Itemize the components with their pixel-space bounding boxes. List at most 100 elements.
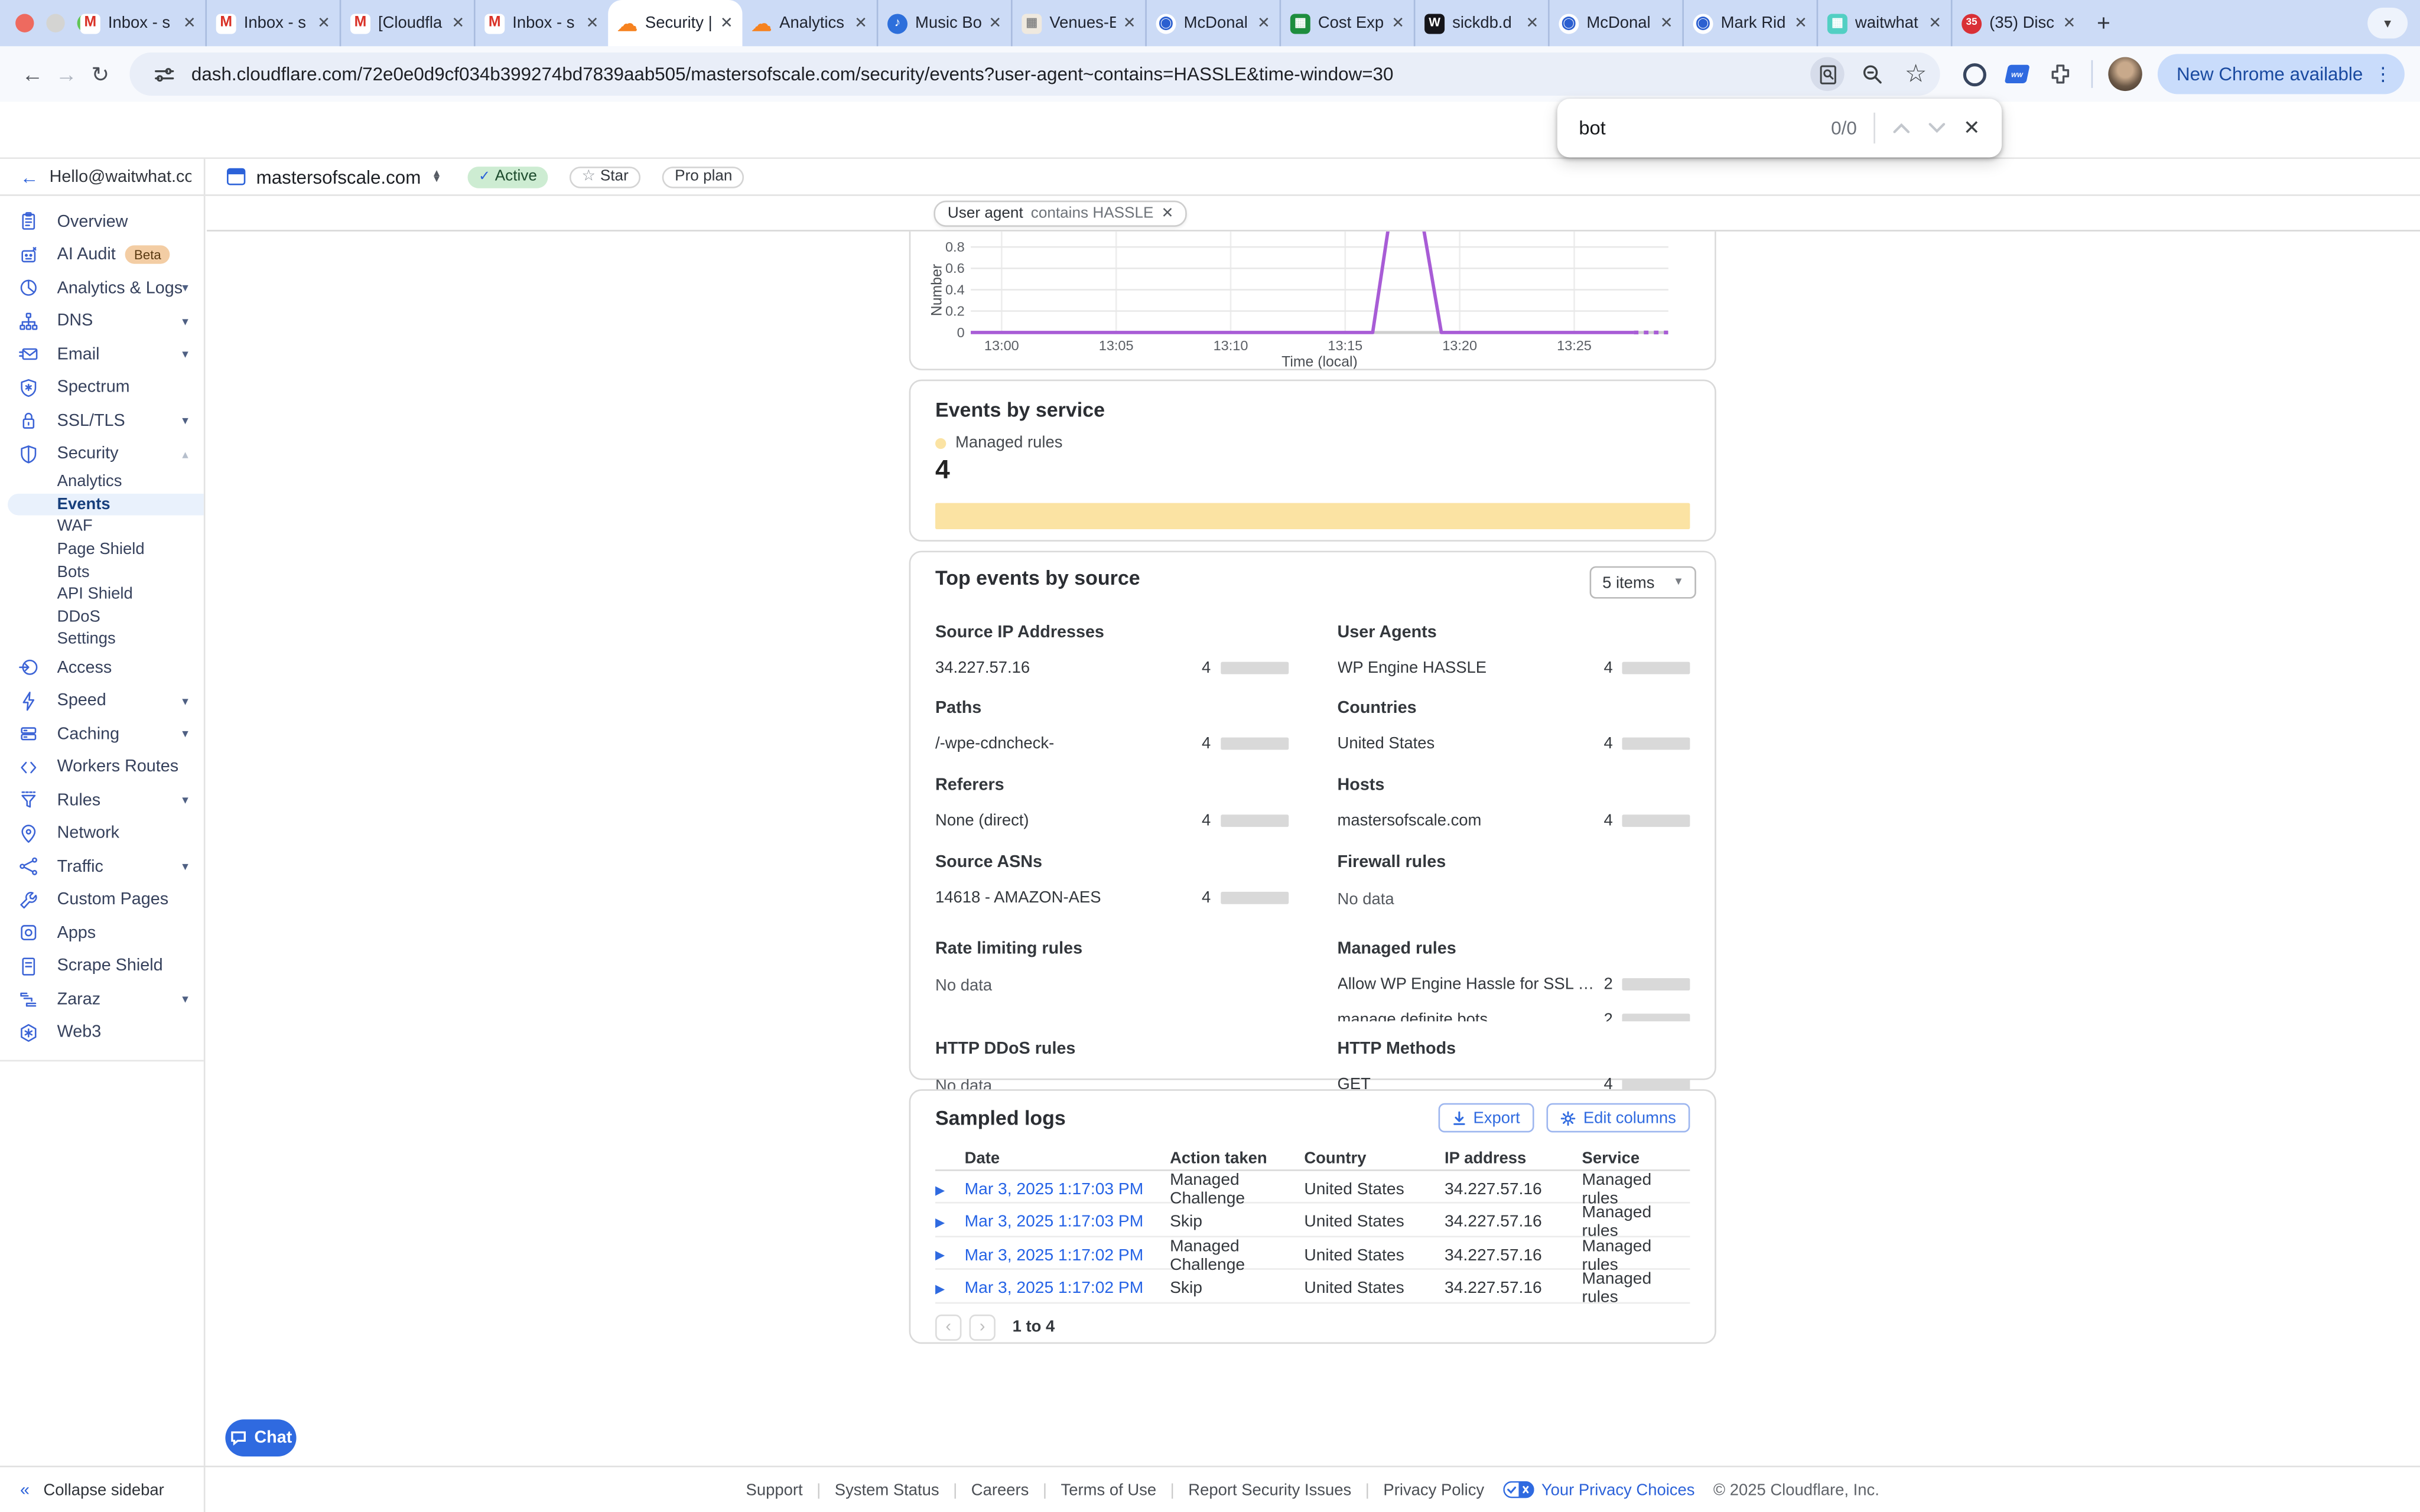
expand-row-icon[interactable]: ▶ [935, 1216, 965, 1230]
footer-link[interactable]: Report Security Issues [1156, 1480, 1351, 1498]
footer-link[interactable]: Terms of Use [1029, 1480, 1156, 1498]
previous-page-button[interactable]: ‹ [935, 1314, 961, 1340]
tab-close-icon[interactable]: ✕ [1928, 15, 1941, 32]
browser-tab[interactable]: ♪ Music Bo ✕ [877, 0, 1011, 46]
sidebar-item[interactable]: DDoS [0, 605, 204, 628]
source-row[interactable]: Allow WP Engine Hassle for SSL Cert Rene… [1338, 975, 1690, 993]
sidebar-item[interactable]: SSL/TLS [0, 404, 204, 437]
minimize-window-button[interactable] [46, 14, 64, 32]
sidebar-item[interactable]: Events [8, 493, 204, 516]
log-date-link[interactable]: Mar 3, 2025 1:17:03 PM [965, 1180, 1170, 1198]
source-row[interactable]: 34.227.57.16 4 [935, 659, 1288, 677]
footer-link[interactable]: Support [746, 1480, 803, 1498]
footer-link[interactable]: Careers [939, 1480, 1029, 1498]
expand-row-icon[interactable]: ▶ [935, 1182, 965, 1197]
events-line-chart[interactable]: 00.20.40.60.813:0013:0513:1013:1513:2013… [910, 232, 1715, 370]
sidebar-item[interactable]: WAF [0, 516, 204, 538]
tab-close-icon[interactable]: ✕ [317, 15, 330, 32]
browser-tab[interactable]: M Inbox - s ✕ [474, 0, 608, 46]
sidebar-item[interactable]: Speed [0, 684, 204, 717]
browser-menu-icon[interactable]: ⋮ [2374, 63, 2392, 85]
next-page-button[interactable]: › [969, 1314, 995, 1340]
footer-link[interactable]: Privacy Policy [1351, 1480, 1484, 1498]
source-row[interactable]: WP Engine HASSLE 4 [1338, 659, 1690, 677]
tab-close-icon[interactable]: ✕ [854, 15, 867, 32]
sidebar-item[interactable]: Overview [0, 205, 204, 238]
browser-tab[interactable]: ▦ Venues-E ✕ [1011, 0, 1145, 46]
zone-switcher-icon[interactable]: ▲▼ [432, 171, 442, 183]
tab-close-icon[interactable]: ✕ [586, 15, 599, 32]
sidebar-item[interactable]: Settings [0, 628, 204, 651]
sidebar-item[interactable]: Rules [0, 783, 204, 816]
log-date-link[interactable]: Mar 3, 2025 1:17:02 PM [965, 1246, 1170, 1265]
sidebar-item[interactable]: Spectrum [0, 371, 204, 404]
sidebar-item[interactable]: Network [0, 817, 204, 850]
tab-close-icon[interactable]: ✕ [1123, 15, 1136, 32]
export-button[interactable]: Export [1437, 1103, 1534, 1133]
tab-close-icon[interactable]: ✕ [451, 15, 464, 32]
browser-tab[interactable]: ◉ Mark Rid ✕ [1682, 0, 1816, 46]
profile-avatar[interactable] [2109, 57, 2142, 91]
site-settings-icon[interactable] [148, 58, 179, 89]
filter-chip[interactable]: User agent contains HASSLE ✕ [933, 201, 1187, 227]
waitwhat-extension-icon[interactable]: WW [2001, 57, 2034, 91]
browser-tab[interactable]: ▦ waitwhat ✕ [1817, 0, 1951, 46]
new-chrome-button[interactable]: New Chrome available ⋮ [2158, 54, 2405, 94]
sidebar-item[interactable]: Analytics & Logs [0, 272, 204, 305]
remove-filter-icon[interactable]: ✕ [1162, 205, 1174, 222]
sidebar-item[interactable]: Apps [0, 916, 204, 949]
your-privacy-choices-link[interactable]: Your Privacy Choices [1503, 1480, 1695, 1498]
expand-row-icon[interactable]: ▶ [935, 1282, 965, 1296]
tab-close-icon[interactable]: ✕ [1525, 15, 1538, 32]
sidebar-item[interactable]: Analytics [0, 471, 204, 493]
find-close-icon[interactable]: ✕ [1963, 116, 1980, 141]
sidebar-item[interactable]: Caching [0, 717, 204, 750]
service-distribution-bar[interactable] [935, 503, 1690, 529]
find-next-icon[interactable] [1928, 122, 1946, 134]
source-row[interactable]: /-wpe-cdncheck- 4 [935, 734, 1288, 752]
source-row[interactable]: mastersofscale.com 4 [1338, 812, 1690, 830]
zoom-icon[interactable] [1857, 58, 1888, 89]
account-switcher[interactable]: ← Hello@waitwhat.co... [0, 159, 205, 194]
tab-close-icon[interactable]: ✕ [1391, 15, 1404, 32]
edit-columns-button[interactable]: Edit columns [1546, 1103, 1690, 1133]
sidebar-item[interactable]: Zaraz [0, 982, 204, 1015]
browser-tab[interactable]: M [Cloudfla ✕ [340, 0, 474, 46]
onepassword-extension-icon[interactable] [1957, 57, 1991, 91]
sidebar-item[interactable]: AI Audit Beta [0, 239, 204, 272]
back-arrow-icon[interactable]: ← [20, 166, 38, 188]
source-row[interactable]: 14618 - AMAZON-AES 4 [935, 889, 1288, 907]
find-previous-icon[interactable] [1892, 122, 1911, 134]
log-date-link[interactable]: Mar 3, 2025 1:17:02 PM [965, 1279, 1170, 1298]
tab-close-icon[interactable]: ✕ [1257, 15, 1270, 32]
sidebar-item[interactable]: API Shield [0, 583, 204, 605]
browser-tab[interactable]: ☁ Security | ✕ [608, 0, 742, 46]
browser-tab[interactable]: M Inbox - s ✕ [205, 0, 339, 46]
source-row[interactable]: manage definite bots 2 [1338, 1011, 1690, 1021]
tab-close-icon[interactable]: ✕ [720, 15, 733, 32]
tab-close-icon[interactable]: ✕ [2063, 15, 2076, 32]
extensions-puzzle-icon[interactable] [2044, 57, 2077, 91]
find-in-page-icon[interactable] [1811, 57, 1845, 91]
sidebar-item[interactable]: Scrape Shield [0, 949, 204, 982]
sidebar-item[interactable]: Page Shield [0, 538, 204, 561]
collapse-sidebar-button[interactable]: « Collapse sidebar [0, 1467, 205, 1512]
sidebar-item[interactable]: Bots [0, 561, 204, 583]
tab-search-button[interactable]: ▾ [2367, 8, 2408, 38]
reload-icon[interactable]: ↻ [83, 61, 117, 87]
tab-close-icon[interactable]: ✕ [988, 15, 1001, 32]
browser-tab[interactable]: ☁ Analytics ✕ [742, 0, 876, 46]
new-tab-button[interactable]: + [2085, 0, 2122, 46]
address-bar[interactable]: dash.cloudflare.com/72e0e0d9cf034b399274… [129, 53, 1940, 96]
sidebar-item[interactable]: Access [0, 651, 204, 684]
bookmark-star-icon[interactable]: ☆ [1900, 58, 1931, 89]
sidebar-item[interactable]: Security [0, 438, 204, 471]
sidebar-item[interactable]: DNS [0, 305, 204, 338]
browser-tab[interactable]: ◉ McDonal ✕ [1145, 0, 1279, 46]
expand-row-icon[interactable]: ▶ [935, 1249, 965, 1263]
sidebar-item[interactable]: Web3 [0, 1016, 204, 1049]
star-button[interactable]: ☆ Star [570, 166, 641, 188]
sidebar-item[interactable]: Traffic [0, 850, 204, 883]
browser-tab[interactable]: ◉ McDonal ✕ [1548, 0, 1682, 46]
tab-close-icon[interactable]: ✕ [1794, 15, 1807, 32]
